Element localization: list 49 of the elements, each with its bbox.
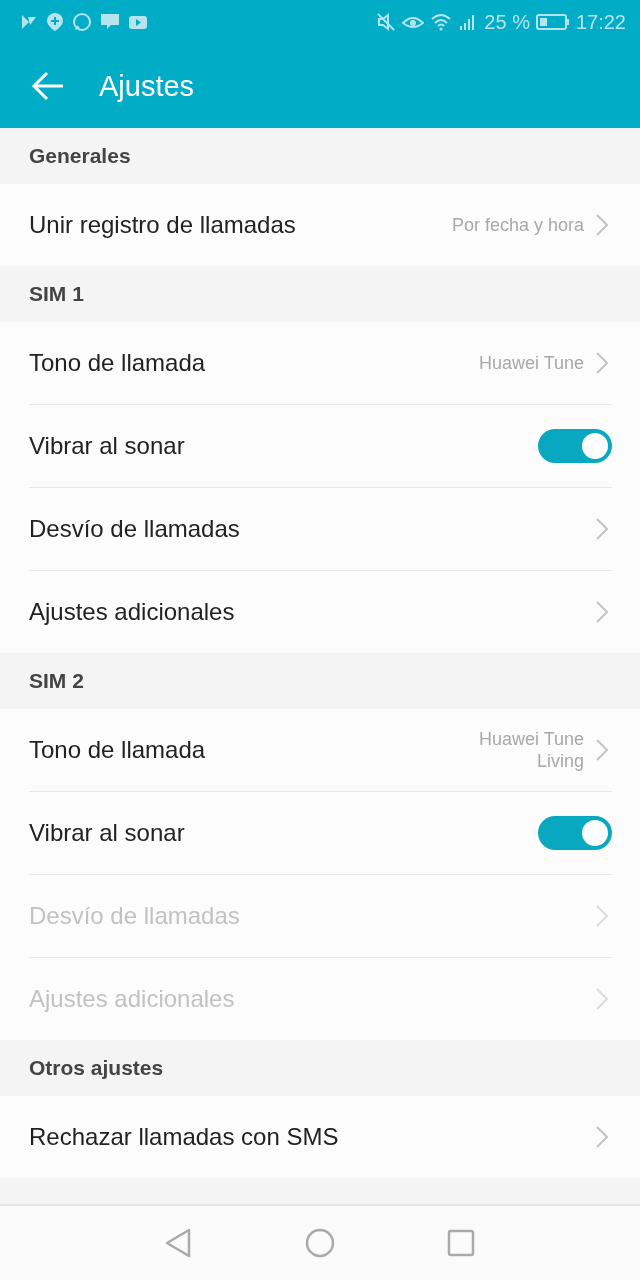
chevron-icon [596, 1126, 608, 1148]
settings-row[interactable]: Vibrar al sonar [29, 792, 612, 875]
setting-label: Vibrar al sonar [29, 432, 186, 460]
setting-label: Rechazar llamadas con SMS [29, 1123, 340, 1151]
battery-percent: 25 % [484, 10, 530, 34]
recents-nav-icon[interactable] [447, 1229, 475, 1257]
setting-value: Huawei Tune [478, 351, 584, 375]
clock: 17:22 [575, 10, 626, 34]
setting-value: Huawei Tune Living [477, 727, 584, 773]
chat-bubble-icon [72, 12, 92, 32]
section-header: Generales [28, 143, 132, 169]
chevron-icon [596, 601, 608, 623]
toggle-switch[interactable] [538, 429, 612, 463]
location-pin-icon [46, 12, 64, 32]
chevron-icon [596, 518, 608, 540]
settings-row[interactable]: Ajustes adicionales [29, 571, 612, 653]
play-icon [128, 14, 148, 30]
setting-label: Desvío de llamadas [29, 902, 241, 930]
wifi-icon [430, 13, 453, 31]
home-nav-icon[interactable] [305, 1228, 335, 1258]
section-header: SIM 1 [28, 281, 85, 307]
setting-value: Por fecha y hora [451, 213, 584, 237]
back-nav-icon[interactable] [165, 1228, 193, 1258]
settings-row[interactable]: Vibrar al sonar [29, 405, 612, 488]
setting-label: Tono de llamada [29, 349, 207, 377]
settings-row[interactable]: Rechazar llamadas con SMS [29, 1096, 612, 1178]
section-header: Otros ajustes [28, 1055, 165, 1081]
chevron-icon [596, 988, 608, 1010]
mute-icon [376, 12, 397, 32]
chevron-icon [596, 905, 608, 927]
setting-label: Vibrar al sonar [29, 819, 186, 847]
screen-title: Ajustes [99, 69, 195, 103]
section-header: SIM 2 [28, 668, 85, 694]
setting-label: Desvío de llamadas [29, 515, 241, 543]
chevron-icon [596, 352, 608, 374]
chevron-icon [596, 214, 608, 236]
setting-label: Tono de llamada [29, 736, 207, 764]
battery-icon [535, 13, 570, 31]
setting-label: Ajustes adicionales [29, 598, 236, 626]
settings-row[interactable]: Desvío de llamadas [29, 488, 612, 571]
settings-row[interactable]: Tono de llamada Huawei Tune Living [29, 709, 612, 792]
setting-label: Unir registro de llamadas [29, 211, 297, 239]
settings-row[interactable]: Unir registro de llamadas Por fecha y hora [29, 184, 612, 266]
message-icon [100, 13, 120, 31]
settings-row[interactable]: Tono de llamada Huawei Tune [29, 322, 612, 405]
notification-icon [20, 13, 38, 31]
setting-label: Ajustes adicionales [29, 985, 236, 1013]
chevron-icon [596, 739, 608, 761]
toggle-switch[interactable] [538, 816, 612, 850]
